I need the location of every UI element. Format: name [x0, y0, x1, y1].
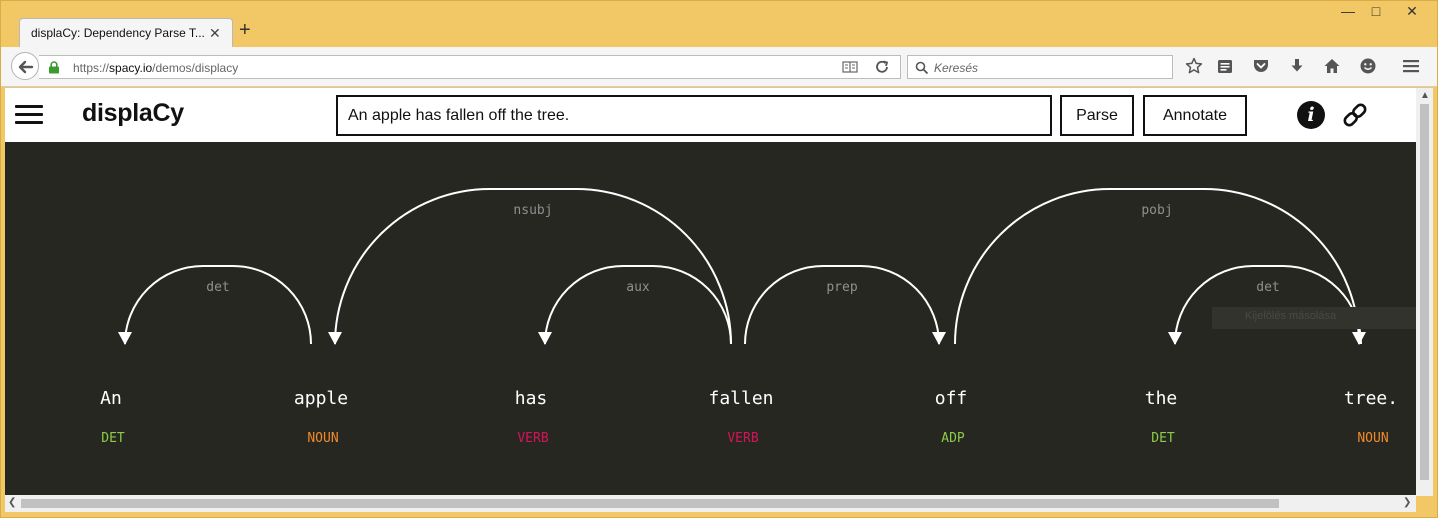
menu-icon[interactable] [1402, 57, 1420, 75]
dependency-label: det [1256, 280, 1279, 295]
new-tab-icon[interactable]: + [239, 19, 251, 42]
pos-tag: NOUN [1357, 431, 1388, 446]
bookmark-star-icon[interactable] [1185, 57, 1203, 75]
sentence-input[interactable] [336, 95, 1052, 136]
reader-view-icon[interactable] [842, 60, 858, 74]
pocket-icon[interactable] [1252, 57, 1270, 75]
arrowhead-icon [538, 332, 552, 345]
pos-tag: VERB [727, 431, 758, 446]
hello-chat-icon[interactable] [1359, 57, 1377, 75]
pos-tag: NOUN [307, 431, 338, 446]
parse-word: the [1145, 388, 1178, 409]
pos-tag: ADP [941, 431, 965, 446]
page-content: displaCy Parse Annotate i An DET apple NOUN… [5, 88, 1416, 496]
dependency-label: det [206, 280, 229, 295]
dependency-parse-diagram: An DET apple NOUN has VERB fallen VERB off ADP the… [100, 188, 1398, 446]
lock-icon [49, 61, 59, 74]
dependency-arc [544, 265, 732, 345]
scroll-left-icon[interactable]: ❮ [8, 497, 16, 508]
parse-word: An [100, 388, 122, 409]
dependency-label: prep [826, 280, 857, 295]
url-bar[interactable]: https://spacy.io/demos/displacy [39, 55, 901, 79]
horizontal-scrollbar[interactable]: ❮ ❯ [5, 495, 1416, 512]
back-button[interactable] [11, 52, 39, 80]
close-window-icon[interactable]: ✕ [1397, 3, 1427, 20]
parse-word: tree. [1344, 388, 1398, 409]
arrowhead-icon [932, 332, 946, 345]
parse-button[interactable]: Parse [1060, 95, 1134, 136]
pos-tag: DET [1151, 431, 1175, 446]
arrowhead-icon [1168, 332, 1182, 345]
dependency-arc [124, 265, 312, 345]
parse-word: apple [294, 388, 348, 409]
arrowhead-icon [328, 332, 342, 345]
tab-strip: displaCy: Dependency Parse T... ✕ + — □ … [1, 1, 1437, 48]
parse-word: fallen [708, 388, 773, 409]
arrowhead-icon [1352, 332, 1366, 345]
search-bar[interactable]: Keresés [907, 55, 1173, 79]
tab-title: displaCy: Dependency Parse T... [31, 26, 205, 40]
search-icon [915, 61, 929, 75]
reload-icon[interactable] [874, 59, 890, 75]
vertical-scroll-thumb[interactable] [1420, 104, 1429, 480]
dependency-label: nsubj [513, 203, 552, 218]
navigation-bar: https://spacy.io/demos/displacy Keresés [1, 47, 1437, 87]
pos-tag: VERB [517, 431, 548, 446]
url-text: https://spacy.io/demos/displacy [73, 61, 239, 75]
annotate-button[interactable]: Annotate [1143, 95, 1247, 136]
info-icon[interactable]: i [1297, 101, 1325, 129]
permalink-icon[interactable] [1341, 101, 1369, 129]
dependency-label: aux [626, 280, 650, 295]
back-arrow-icon [18, 60, 34, 74]
app-header: displaCy Parse Annotate i [5, 88, 1416, 142]
dependency-label: pobj [1141, 203, 1172, 218]
bookmarks-library-icon[interactable] [1216, 57, 1234, 75]
scroll-up-icon[interactable]: ▲ [1420, 90, 1430, 101]
vertical-scrollbar[interactable]: ▲ [1416, 88, 1433, 496]
search-placeholder: Keresés [934, 61, 979, 75]
dependency-arc [744, 265, 940, 345]
home-icon[interactable] [1323, 57, 1341, 75]
browser-tab[interactable]: displaCy: Dependency Parse T... ✕ [19, 18, 233, 48]
tab-close-icon[interactable]: ✕ [209, 25, 221, 42]
browser-window: displaCy: Dependency Parse T... ✕ + — □ … [0, 0, 1438, 518]
parse-word: has [515, 388, 548, 409]
arrowhead-icon [118, 332, 132, 345]
horizontal-scroll-thumb[interactable] [21, 499, 1279, 508]
hamburger-menu-icon[interactable] [15, 105, 43, 125]
dependency-arc [1174, 265, 1362, 345]
scroll-right-icon[interactable]: ❯ [1403, 497, 1411, 508]
minimize-icon[interactable]: — [1333, 3, 1363, 19]
download-icon[interactable] [1288, 57, 1306, 75]
brand-logo: displaCy [82, 99, 184, 127]
maximize-icon[interactable]: □ [1361, 3, 1391, 19]
tooltip: Kijelölés másolása [1212, 307, 1416, 329]
pos-tag: DET [101, 431, 125, 446]
parse-word: off [935, 388, 968, 409]
